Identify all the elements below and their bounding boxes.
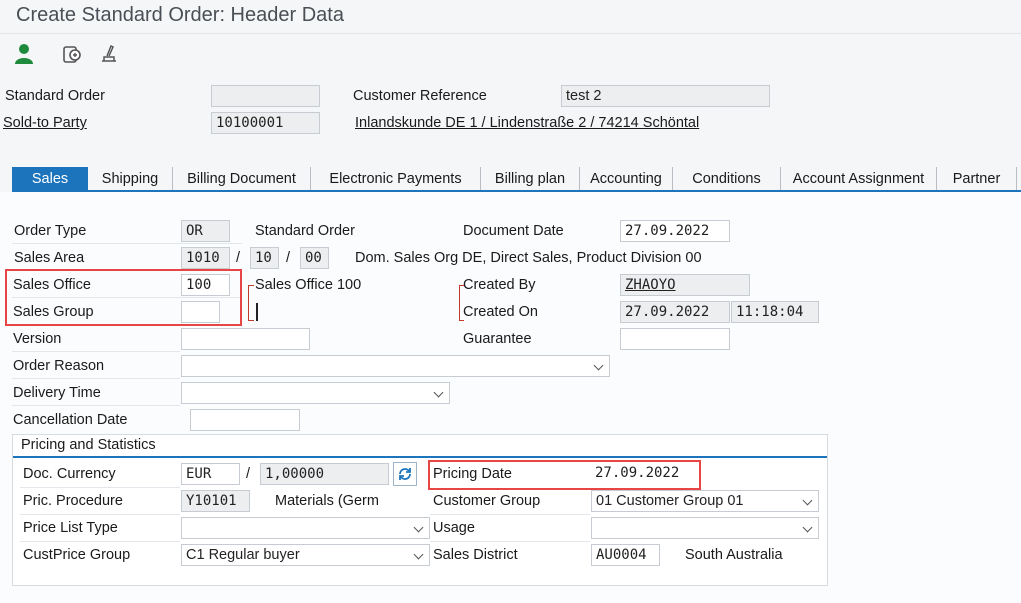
pricing-date-highlight bbox=[428, 460, 701, 490]
window-title: Create Standard Order: Header Data bbox=[16, 4, 344, 26]
tab-electronic-payments[interactable]: Electronic Payments bbox=[311, 167, 481, 191]
exchange-rate-separator: / bbox=[246, 466, 251, 482]
document-date-field[interactable]: 27.09.2022 bbox=[620, 220, 730, 242]
text-cursor bbox=[256, 303, 258, 321]
version-field[interactable] bbox=[181, 328, 310, 350]
tab-shipping[interactable]: Shipping bbox=[88, 167, 173, 191]
cancellation-date-field[interactable] bbox=[190, 409, 300, 431]
sold-to-party-field[interactable]: 10100001 bbox=[211, 112, 320, 134]
refresh-exchange-rate-button[interactable] bbox=[393, 462, 417, 486]
sold-to-party-link[interactable]: Sold-to Party bbox=[3, 115, 87, 131]
tab-sales[interactable]: Sales bbox=[12, 167, 88, 191]
created-by-field[interactable]: ZHAOYO bbox=[620, 274, 750, 296]
customer-reference-label: Customer Reference bbox=[353, 88, 487, 104]
created-on-time-field[interactable]: 11:18:04 bbox=[731, 301, 819, 323]
cancellation-date-label: Cancellation Date bbox=[13, 412, 128, 428]
sales-district-field[interactable]: AU0004 bbox=[591, 544, 660, 566]
tab-conditions[interactable]: Conditions bbox=[673, 167, 781, 191]
distribution-channel-field[interactable]: 10 bbox=[250, 247, 279, 269]
version-label: Version bbox=[13, 331, 62, 347]
customer-group-label: Customer Group bbox=[433, 493, 541, 509]
standard-order-field[interactable] bbox=[211, 85, 320, 107]
sales-office-text: Sales Office 100 bbox=[255, 277, 362, 293]
usage-label: Usage bbox=[433, 520, 475, 536]
price-list-type-label: Price List Type bbox=[23, 520, 118, 536]
customer-group-dropdown[interactable]: 01 Customer Group 01 bbox=[591, 490, 819, 512]
tab-accounting[interactable]: Accounting bbox=[580, 167, 673, 191]
exchange-rate-field[interactable]: 1,00000 bbox=[260, 463, 389, 485]
division-field[interactable]: 00 bbox=[300, 247, 329, 269]
display-document-icon[interactable] bbox=[61, 43, 83, 65]
custprice-group-label: CustPrice Group bbox=[23, 547, 131, 563]
doc-currency-label: Doc. Currency bbox=[23, 466, 116, 482]
sales-area-separator-1: / bbox=[236, 250, 241, 266]
pricing-statistics-title: Pricing and Statistics bbox=[21, 437, 156, 453]
tab-billing-document[interactable]: Billing Document bbox=[173, 167, 311, 191]
delivery-time-dropdown[interactable] bbox=[181, 382, 450, 404]
sales-org-field[interactable]: 1010 bbox=[181, 247, 230, 269]
tab-billing-plan[interactable]: Billing plan bbox=[481, 167, 580, 191]
toolbar-separator bbox=[0, 33, 1021, 34]
created-by-label: Created By bbox=[463, 277, 536, 293]
sign-icon[interactable] bbox=[98, 43, 120, 65]
sold-to-party-description[interactable]: Inlandskunde DE 1 / Lindenstraße 2 / 742… bbox=[355, 115, 699, 131]
tab-partner[interactable]: Partner bbox=[937, 167, 1017, 191]
tab-underline bbox=[12, 190, 1021, 192]
created-on-date-field[interactable]: 27.09.2022 bbox=[620, 301, 730, 323]
custprice-group-dropdown[interactable]: C1 Regular buyer bbox=[181, 544, 430, 566]
order-reason-label: Order Reason bbox=[13, 358, 105, 374]
person-icon[interactable] bbox=[13, 43, 35, 65]
sales-area-separator-2: / bbox=[286, 250, 291, 266]
order-type-field[interactable]: OR bbox=[181, 220, 230, 242]
cursor-marker bbox=[248, 285, 254, 321]
order-reason-dropdown[interactable] bbox=[181, 355, 610, 377]
sales-district-label: Sales District bbox=[433, 547, 518, 563]
sales-area-label: Sales Area bbox=[14, 250, 85, 266]
tab-strip: Sales Shipping Billing Document Electron… bbox=[12, 167, 1021, 191]
sales-area-text: Dom. Sales Org DE, Direct Sales, Product… bbox=[355, 250, 702, 266]
guarantee-label: Guarantee bbox=[463, 331, 532, 347]
created-on-label: Created On bbox=[463, 304, 538, 320]
guarantee-field[interactable] bbox=[620, 328, 730, 350]
price-list-type-dropdown[interactable] bbox=[181, 517, 430, 539]
order-type-text: Standard Order bbox=[255, 223, 355, 239]
sales-district-text: South Australia bbox=[685, 547, 783, 563]
pric-procedure-text: Materials (Germ bbox=[275, 493, 379, 509]
pric-procedure-field[interactable]: Y10101 bbox=[181, 490, 250, 512]
order-type-label: Order Type bbox=[14, 223, 87, 239]
delivery-time-label: Delivery Time bbox=[13, 385, 101, 401]
sales-office-group-highlight bbox=[5, 269, 242, 326]
customer-reference-field[interactable]: test 2 bbox=[561, 85, 770, 107]
standard-order-label: Standard Order bbox=[5, 88, 105, 104]
document-date-label: Document Date bbox=[463, 223, 564, 239]
refresh-icon bbox=[399, 468, 411, 480]
tab-account-assignment[interactable]: Account Assignment bbox=[781, 167, 937, 191]
usage-dropdown[interactable] bbox=[591, 517, 819, 539]
doc-currency-field[interactable]: EUR bbox=[181, 463, 240, 485]
pric-procedure-label: Pric. Procedure bbox=[23, 493, 123, 509]
